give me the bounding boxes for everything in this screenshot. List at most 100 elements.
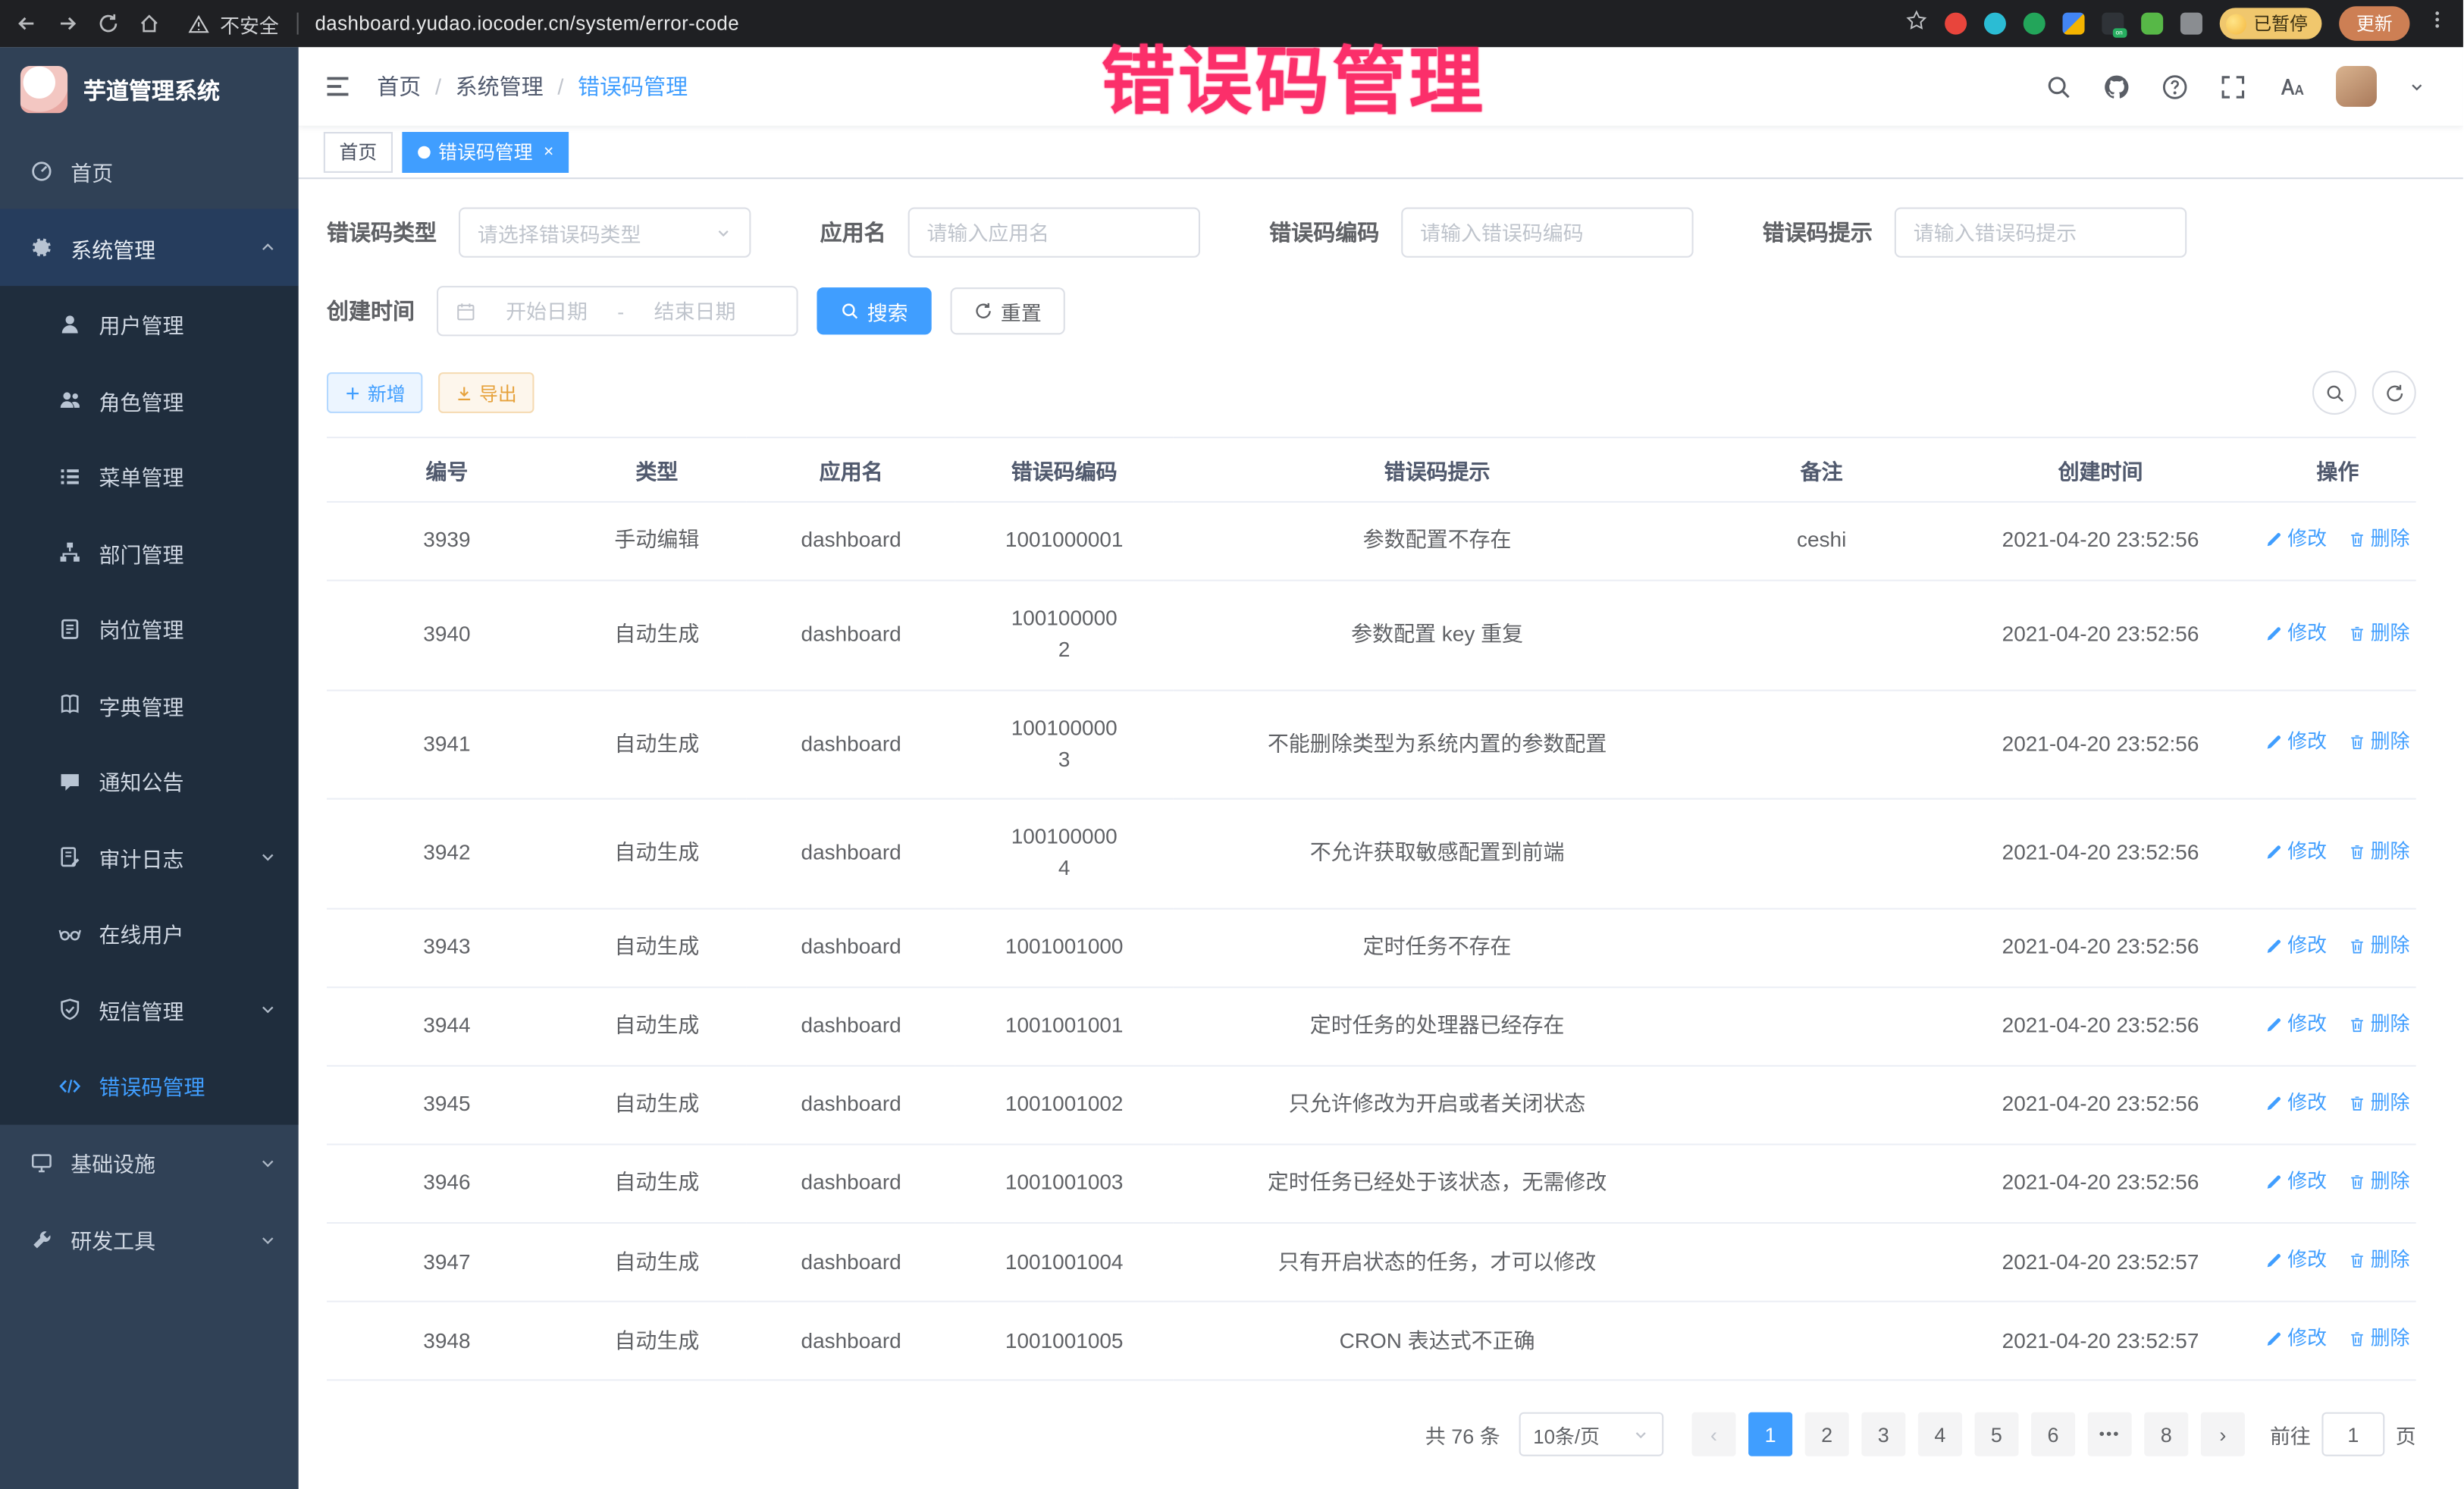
edit-link[interactable]: 修改 [2265,1246,2327,1275]
cell-type: 自动生成 [567,1223,747,1302]
extension-icon[interactable] [1944,13,1966,35]
goto-page-input[interactable] [2321,1413,2384,1457]
edit-link[interactable]: 修改 [2265,1167,2327,1196]
annotation-overlay: 错误码管理 [1101,20,1486,129]
online-user-icon [57,922,82,945]
tab-error-code[interactable]: 错误码管理 × [402,131,569,172]
page-size-select[interactable]: 10条/页 [1519,1413,1664,1457]
sidebar-item-notice[interactable]: 通知公告 [0,743,299,819]
edit-link[interactable]: 修改 [2265,619,2327,648]
delete-link[interactable]: 删除 [2349,1010,2410,1039]
profile-paused-badge[interactable]: 已暂停 [2219,8,2322,39]
bookmark-star-icon[interactable] [1904,8,1926,38]
back-icon[interactable] [16,13,38,35]
error-code-input[interactable] [1420,221,1675,244]
end-date-input[interactable] [634,299,757,323]
chevron-down-icon[interactable] [2408,78,2425,96]
table-row: 3947 自动生成 dashboard 1001001004 只有开启状态的任务… [327,1223,2416,1302]
system-submenu: 用户管理角色管理菜单管理部门管理岗位管理字典管理通知公告审计日志在线用户短信管理… [0,286,299,1124]
browser-menu-icon[interactable] [2427,9,2447,37]
forward-icon[interactable] [57,13,79,35]
tab-home[interactable]: 首页 [324,131,393,172]
page-button-3[interactable]: 3 [1861,1413,1905,1457]
delete-link[interactable]: 删除 [2349,931,2410,961]
sidebar-item-post[interactable]: 岗位管理 [0,591,299,666]
breadcrumb-item-home[interactable]: 首页 [377,71,421,102]
font-size-icon[interactable] [2277,73,2304,99]
delete-link[interactable]: 删除 [2349,837,2410,867]
page-button-8[interactable]: 8 [2144,1413,2188,1457]
sidebar-item-role[interactable]: 角色管理 [0,362,299,438]
extension-icon[interactable] [1983,13,2005,35]
sidebar-item-dict[interactable]: 字典管理 [0,667,299,743]
extension-icon[interactable]: on [2101,13,2123,35]
show-search-icon[interactable] [2312,371,2356,415]
delete-link[interactable]: 删除 [2349,1167,2410,1196]
sidebar-item-sms[interactable]: 短信管理 [0,972,299,1048]
sidebar-item-home[interactable]: 首页 [0,132,299,209]
start-date-input[interactable] [485,299,608,323]
edit-link[interactable]: 修改 [2265,837,2327,867]
cell-hint: 不能删除类型为系统内置的参数配置 [1173,690,1701,799]
edit-link[interactable]: 修改 [2265,1324,2327,1354]
app-logo[interactable]: 芋道管理系统 [0,47,299,132]
fullscreen-icon[interactable] [2220,73,2246,99]
edit-link[interactable]: 修改 [2265,525,2327,554]
github-icon[interactable] [2103,73,2130,99]
delete-link[interactable]: 删除 [2349,1324,2410,1354]
menu-list-icon [57,465,82,488]
address-bar[interactable]: 不安全 dashboard.yudao.iocoder.cn/system/er… [189,8,739,38]
search-button[interactable]: 搜索 [817,287,931,334]
cell-time: 2021-04-20 23:52:56 [1942,502,2259,581]
date-range-picker[interactable]: - [437,286,798,336]
delete-link[interactable]: 删除 [2349,1089,2410,1118]
error-hint-input[interactable] [1914,221,2168,244]
delete-link[interactable]: 删除 [2349,1246,2410,1275]
browser-update-button[interactable]: 更新 [2339,6,2409,41]
search-icon[interactable] [2045,73,2072,99]
delete-link[interactable]: 删除 [2349,728,2410,757]
more-pages-button[interactable]: ••• [2088,1413,2132,1457]
sidebar-item-dev-tools[interactable]: 研发工具 [0,1201,299,1278]
extensions-menu-icon[interactable] [2180,13,2202,35]
sidebar-item-online-user[interactable]: 在线用户 [0,895,299,971]
page-button-5[interactable]: 5 [1974,1413,2018,1457]
add-button[interactable]: 新增 [327,372,422,413]
refresh-table-icon[interactable] [2372,371,2416,415]
extension-icon[interactable] [2023,13,2045,35]
table-row: 3942 自动生成 dashboard 1001000004 不允许获取敏感配置… [327,799,2416,908]
delete-link[interactable]: 删除 [2349,525,2410,554]
collapse-sidebar-icon[interactable] [324,72,352,100]
sidebar-item-audit-log[interactable]: 审计日志 [0,820,299,895]
extension-icon[interactable] [2140,13,2162,35]
prev-page-button[interactable]: ‹ [1691,1413,1735,1457]
reload-icon[interactable] [97,13,119,35]
edit-link[interactable]: 修改 [2265,1010,2327,1039]
sidebar-item-system[interactable]: 系统管理 [0,209,299,287]
col-id: 编号 [327,437,567,502]
edit-link[interactable]: 修改 [2265,931,2327,961]
edit-link[interactable]: 修改 [2265,1089,2327,1118]
close-tab-icon[interactable]: × [544,143,553,161]
help-icon[interactable] [2161,73,2188,99]
sidebar-item-error-code[interactable]: 错误码管理 [0,1048,299,1124]
error-type-select[interactable]: 请选择错误码类型 [459,208,751,258]
next-page-button[interactable]: › [2201,1413,2245,1457]
app-name-input[interactable] [926,221,1181,244]
edit-link[interactable]: 修改 [2265,728,2327,757]
extension-icon[interactable] [2062,13,2084,35]
page-button-2[interactable]: 2 [1805,1413,1849,1457]
sidebar-item-menu[interactable]: 菜单管理 [0,438,299,514]
sidebar-item-infra[interactable]: 基础设施 [0,1124,299,1202]
breadcrumb-item-system[interactable]: 系统管理 [456,71,544,102]
home-icon[interactable] [138,13,160,35]
page-button-6[interactable]: 6 [2031,1413,2075,1457]
export-button[interactable]: 导出 [438,372,534,413]
delete-link[interactable]: 删除 [2349,619,2410,648]
page-button-1[interactable]: 1 [1748,1413,1792,1457]
sidebar-item-user[interactable]: 用户管理 [0,286,299,362]
sidebar-item-dept[interactable]: 部门管理 [0,515,299,591]
reset-button[interactable]: 重置 [951,287,1065,334]
page-button-4[interactable]: 4 [1918,1413,1962,1457]
user-avatar[interactable] [2336,66,2377,107]
